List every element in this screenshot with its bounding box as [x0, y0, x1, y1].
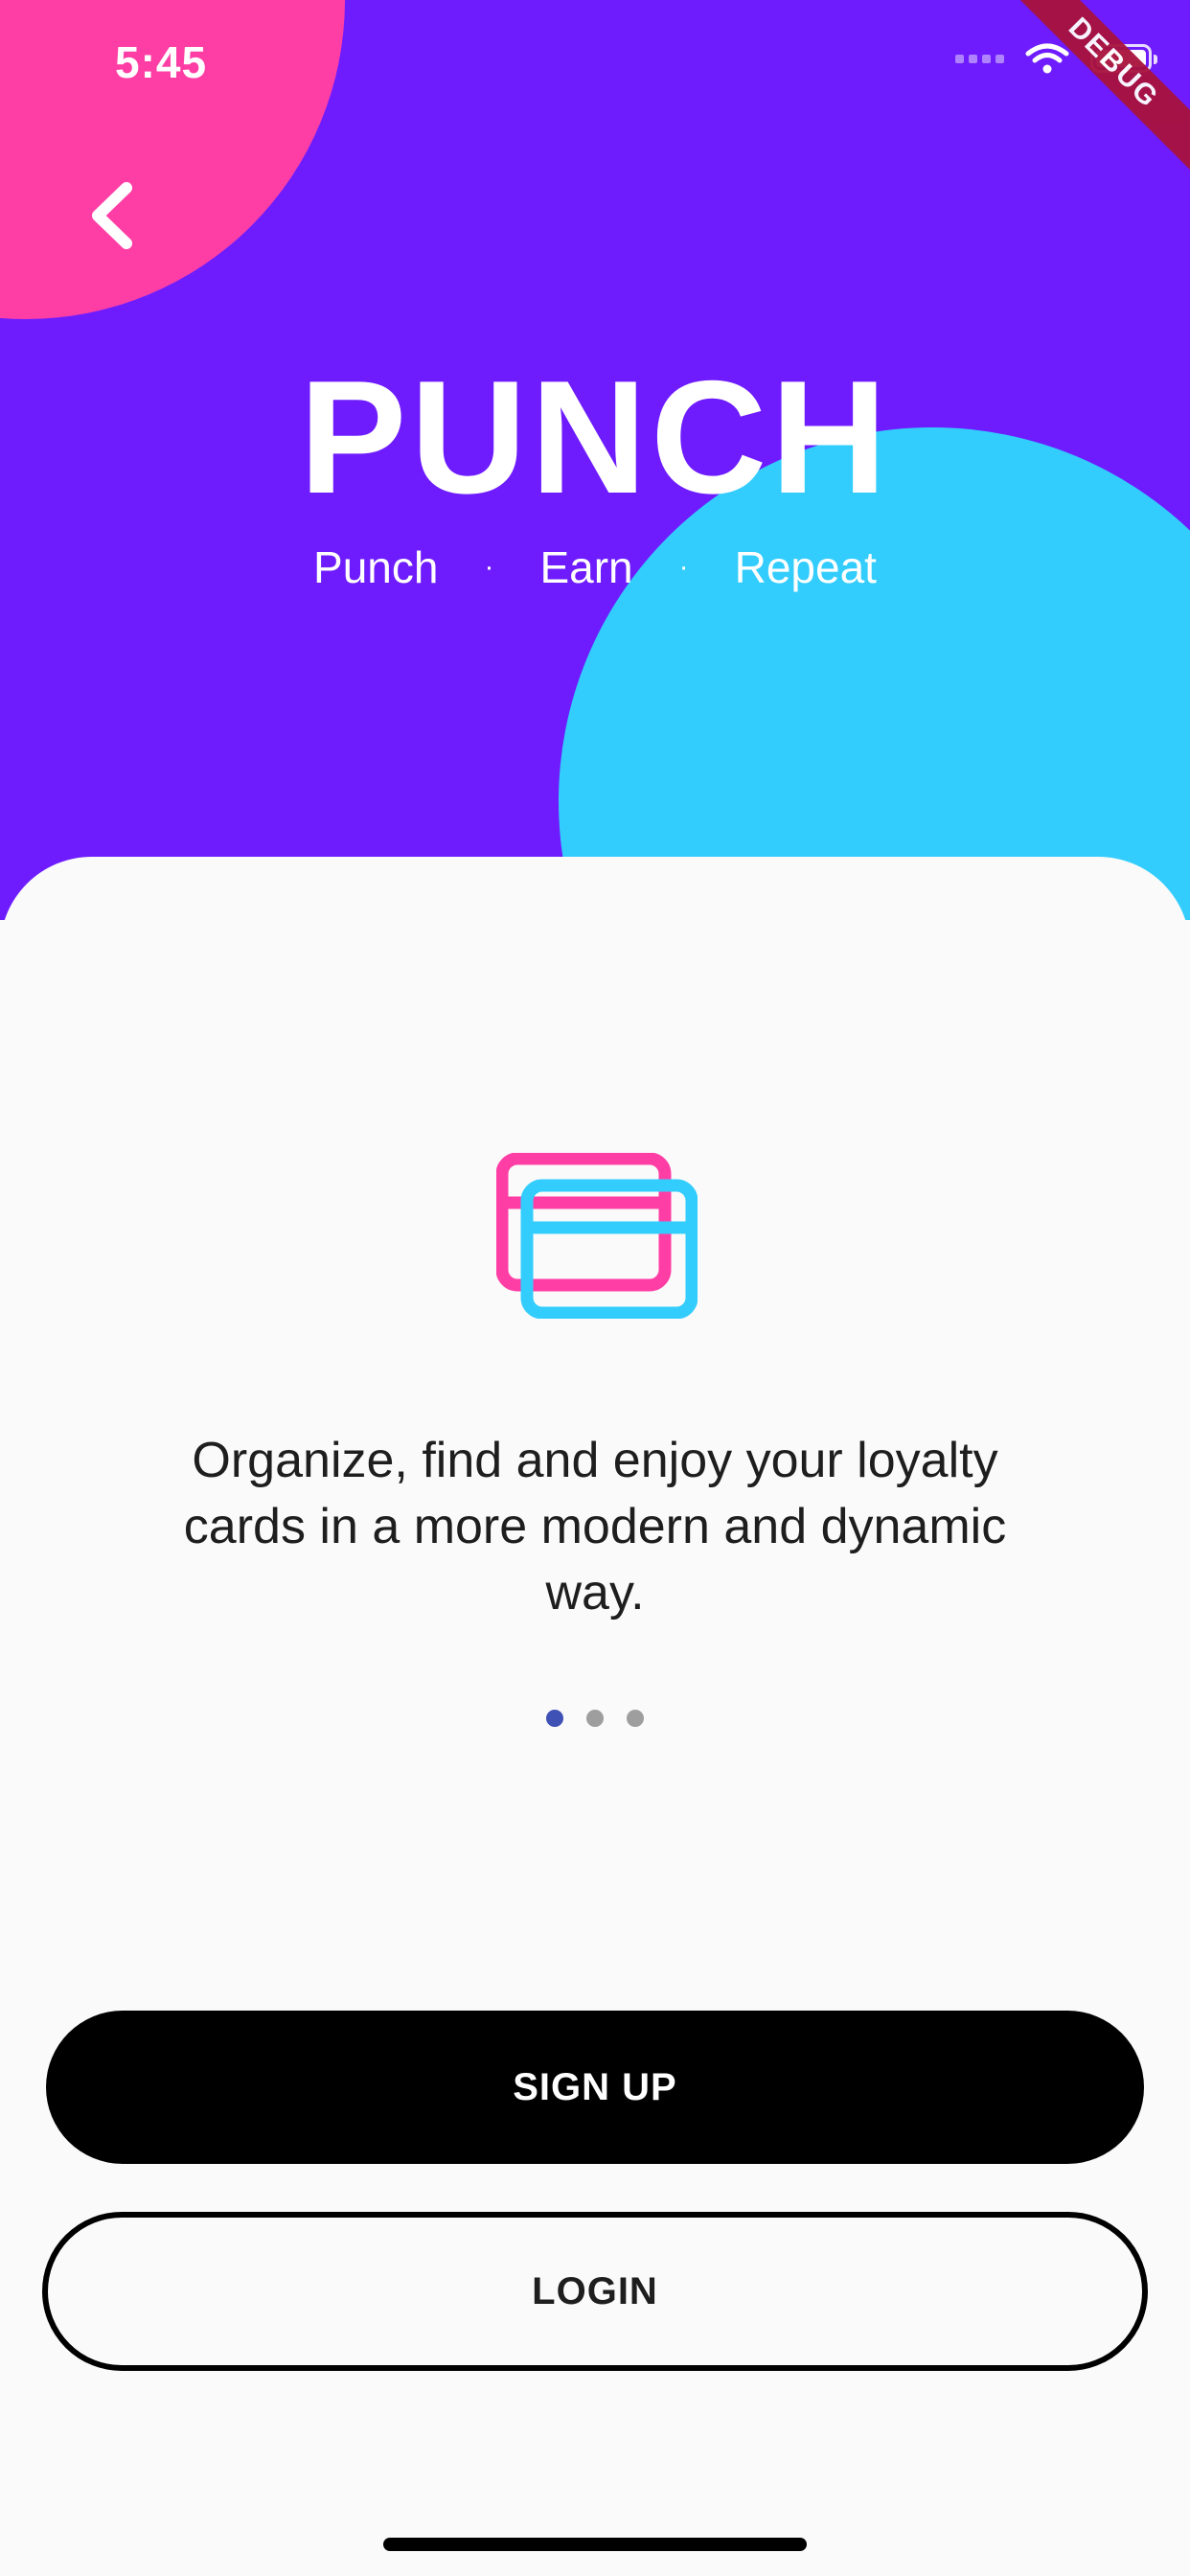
hero-header: 5:45 DEBUG PUNCH Punch · Earn · Repeat	[0, 0, 1190, 920]
back-chevron-icon	[92, 182, 132, 249]
tagline-separator: ·	[678, 551, 689, 583]
app-tagline: Punch · Earn · Repeat	[0, 541, 1190, 593]
login-button[interactable]: LOGIN	[42, 2212, 1148, 2371]
app-title: PUNCH	[299, 347, 891, 527]
tagline-word-punch: Punch	[313, 542, 439, 592]
tagline-word-repeat: Repeat	[734, 542, 877, 592]
tagline-word-earn: Earn	[539, 542, 633, 592]
tagline-separator: ·	[484, 551, 494, 583]
loyalty-cards-icon	[496, 1153, 698, 1319]
signal-icon	[955, 54, 1004, 63]
wifi-icon	[1025, 43, 1069, 74]
home-indicator	[383, 2538, 807, 2551]
page-indicator	[0, 1710, 1190, 1727]
debug-banner: DEBUG	[996, 0, 1190, 180]
page-dot-2[interactable]	[586, 1710, 604, 1727]
status-time: 5:45	[115, 37, 208, 87]
signup-button[interactable]: SIGN UP	[46, 2011, 1144, 2164]
onboarding-description: Organize, find and enjoy your loyalty ca…	[183, 1433, 1007, 1621]
page-dot-1[interactable]	[546, 1710, 563, 1727]
page-dot-3[interactable]	[627, 1710, 644, 1727]
back-button[interactable]	[77, 172, 153, 259]
